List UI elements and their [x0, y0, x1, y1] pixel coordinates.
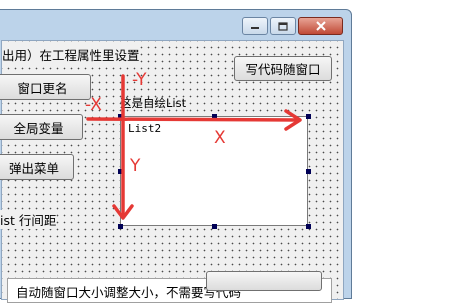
x-axis-arrow-line [86, 117, 300, 122]
negative-x-annotation: -X [85, 95, 102, 115]
y-annotation: Y [130, 156, 141, 176]
x-annotation: X [214, 128, 226, 148]
negative-y-annotation: -Y [132, 70, 147, 90]
